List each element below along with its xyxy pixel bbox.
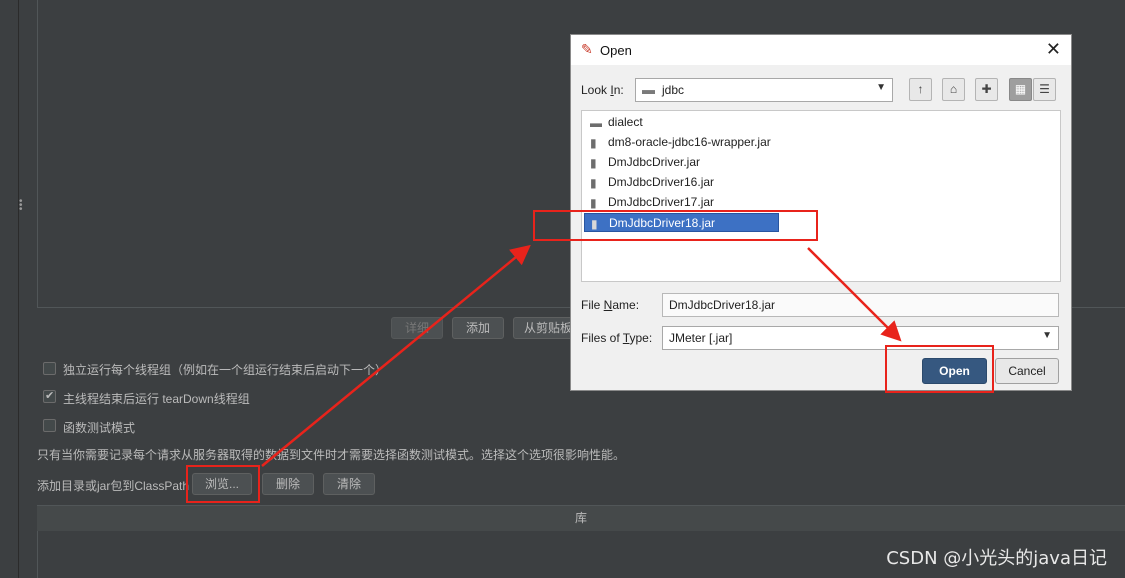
files-of-type-label: Files of Type: (581, 331, 653, 345)
csdn-watermark: CSDN @小光头的java日记 (886, 548, 1107, 569)
dialog-title: Open (600, 43, 632, 58)
list-item[interactable]: ▮ DmJdbcDriver16.jar (584, 173, 720, 192)
library-table-header[interactable]: 库 (37, 505, 1125, 532)
open-button-highlight-box (885, 345, 994, 393)
drag-handle-icon[interactable]: • • • (19, 197, 23, 215)
close-icon[interactable]: ✕ (1046, 39, 1061, 60)
file-list[interactable]: ▬ dialect ▮ dm8-oracle-jdbc16-wrapper.jar … (581, 110, 1061, 282)
run-teardown-label: 主线程结束后运行 tearDown线程组 (63, 392, 250, 406)
functional-test-mode-checkbox[interactable] (43, 419, 56, 432)
classpath-label: 添加目录或jar包到ClassPath (37, 479, 190, 493)
file-name-label: File Name: (581, 298, 640, 312)
folder-icon: ▬ (590, 116, 602, 130)
file-icon: ▮ (590, 156, 597, 170)
home-icon[interactable]: ⌂ (942, 78, 965, 101)
left-gutter (0, 0, 19, 578)
new-folder-icon[interactable]: ✚ (975, 78, 998, 101)
list-item[interactable]: ▮ DmJdbcDriver.jar (584, 153, 706, 172)
file-icon: ▮ (590, 176, 597, 190)
list-item[interactable]: ▮ dm8-oracle-jdbc16-wrapper.jar (584, 133, 777, 152)
run-thread-groups-consecutively-checkbox[interactable] (43, 362, 56, 375)
functional-mode-info-text: 只有当你需要记录每个请求从服务器取得的数据到文件时才需要选择函数测试模式。选择这… (37, 448, 626, 462)
look-in-label: Look In: (581, 83, 624, 97)
chevron-down-icon: ▼ (876, 82, 886, 93)
list-item[interactable]: ▬ dialect (584, 113, 649, 132)
jmeter-feather-icon: ✎ (581, 41, 593, 57)
functional-test-mode-label: 函数测试模式 (63, 421, 136, 435)
run-teardown-checkbox[interactable] (43, 389, 56, 403)
details-button[interactable]: 详细 (391, 317, 443, 339)
chevron-down-icon: ▼ (1042, 330, 1052, 341)
files-of-type-select[interactable]: JMeter [.jar] ▼ (662, 326, 1059, 350)
selected-file-highlight-box (533, 210, 818, 241)
list-view-icon[interactable]: ▦ (1009, 78, 1032, 101)
look-in-value: jdbc (662, 83, 685, 97)
details-view-icon[interactable]: ☰ (1033, 78, 1056, 101)
cancel-button[interactable]: Cancel (995, 358, 1059, 384)
delete-button[interactable]: 删除 (262, 473, 314, 495)
add-button[interactable]: 添加 (452, 317, 504, 339)
clear-button[interactable]: 清除 (323, 473, 375, 495)
file-icon: ▮ (590, 136, 597, 150)
file-name-input[interactable]: DmJdbcDriver18.jar (662, 293, 1059, 317)
dialog-title-bar[interactable]: ✎ Open ✕ (571, 35, 1071, 65)
run-thread-groups-consecutively-label: 独立运行每个线程组（例如在一个组运行结束后启动下一个） (63, 363, 383, 377)
look-in-combobox[interactable]: ▬ jdbc ▼ (635, 78, 893, 102)
up-folder-icon[interactable]: ↑ (909, 78, 932, 101)
browse-highlight-box (186, 465, 260, 503)
folder-icon: ▬ (642, 82, 655, 97)
